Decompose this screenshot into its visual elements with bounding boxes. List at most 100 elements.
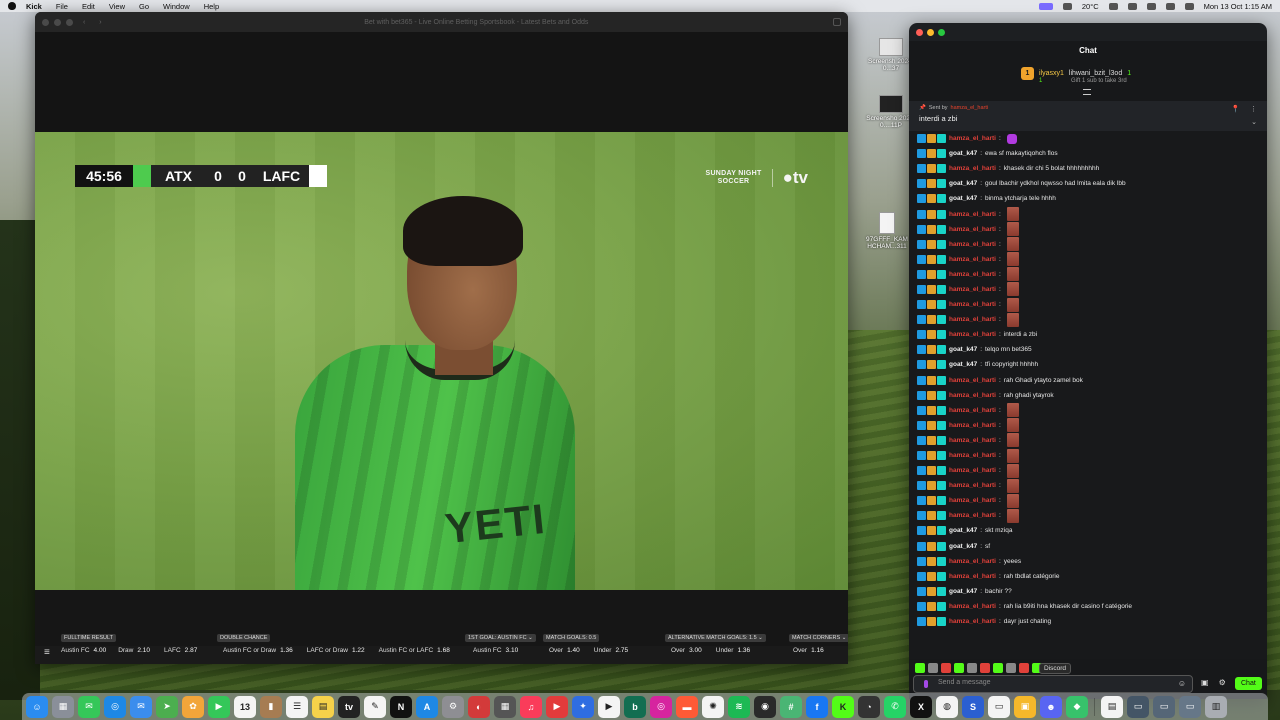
chat-message[interactable]: hamza_el_harti: xyxy=(917,312,1267,327)
chat-username[interactable]: hamza_el_harti xyxy=(949,437,996,444)
chat-message[interactable]: goat_k47: binma ytcharja tele hhhh xyxy=(917,191,1267,206)
bet-option[interactable]: Under 2.75 xyxy=(594,647,628,654)
microphone-icon[interactable] xyxy=(924,680,928,688)
chat-username[interactable]: goat_k47 xyxy=(949,588,977,595)
bet-option[interactable]: Austin FC or Draw 1.36 xyxy=(223,647,293,654)
emote-icon[interactable] xyxy=(980,663,990,673)
minimize-window-button[interactable] xyxy=(54,18,61,26)
chat-message[interactable]: goat_k47: sf xyxy=(917,539,1267,554)
desktop-file-document[interactable]: 97GFFF_KAM HCHAM...311 xyxy=(862,212,912,250)
gift-icon[interactable]: ▣ xyxy=(1201,678,1209,687)
chrome-icon[interactable]: ◍ xyxy=(936,695,958,718)
zoom-window-button[interactable] xyxy=(66,18,73,26)
maps-icon[interactable]: ➤ xyxy=(156,695,178,718)
more-options-icon[interactable]: ⋮ xyxy=(1250,105,1257,113)
chat-message[interactable]: hamza_el_harti: xyxy=(917,222,1267,237)
chat-message[interactable]: goat_k47: telqo mn bet365 xyxy=(917,342,1267,357)
chat-username[interactable]: hamza_el_harti xyxy=(949,256,996,263)
music-icon[interactable]: ♫ xyxy=(520,695,542,718)
chat-username[interactable]: hamza_el_harti xyxy=(949,422,996,429)
chat-message[interactable]: hamza_el_harti: rah tbdlat catégorie xyxy=(917,569,1267,584)
ai-icon[interactable]: ◉ xyxy=(754,695,776,718)
moon-icon[interactable] xyxy=(1062,2,1072,10)
chat-username[interactable]: hamza_el_harti xyxy=(949,331,996,338)
chat-username[interactable]: hamza_el_harti xyxy=(949,301,996,308)
messages-icon[interactable]: ✉ xyxy=(78,695,100,718)
chat-message[interactable]: hamza_el_harti: xyxy=(917,297,1267,312)
bet-option[interactable]: Over 1.40 xyxy=(549,647,580,654)
bet-option[interactable]: LAFC 2.87 xyxy=(164,647,197,654)
chat-message-input[interactable]: Send a message ☺ xyxy=(913,675,1193,693)
chat-message[interactable]: hamza_el_harti: xyxy=(917,131,1267,146)
pin-icon[interactable]: 📍 xyxy=(1231,105,1240,113)
chat-username[interactable]: goat_k47 xyxy=(949,527,977,534)
chat-message[interactable]: hamza_el_harti: xyxy=(917,493,1267,508)
mail-icon[interactable]: ✉ xyxy=(130,695,152,718)
activity-icon[interactable]: ◔ xyxy=(858,695,880,718)
window-thumb-icon-3[interactable]: ▭ xyxy=(1179,695,1201,718)
bet-group-header[interactable]: MATCH CORNERS ⌄ xyxy=(789,634,848,642)
emote-icon[interactable] xyxy=(1006,663,1016,673)
chat-username[interactable]: hamza_el_harti xyxy=(949,618,996,625)
menu-view[interactable]: View xyxy=(109,2,125,11)
chat-username[interactable]: hamza_el_harti xyxy=(949,226,996,233)
chat-message[interactable]: hamza_el_harti: xyxy=(917,237,1267,252)
close-window-button[interactable] xyxy=(916,28,923,36)
pinned-username[interactable]: hamza_el_harti xyxy=(951,105,989,111)
chat-username[interactable]: hamza_el_harti xyxy=(949,271,996,278)
bet-group-header[interactable]: DOUBLE CHANCE xyxy=(217,634,271,642)
menu-help[interactable]: Help xyxy=(204,2,219,11)
chat-message[interactable]: goat_k47: goul lbachir ydkhol nqwsso had … xyxy=(917,176,1267,191)
menu-window[interactable]: Window xyxy=(163,2,190,11)
chat-message[interactable]: goat_k47: ewa sf makaytiqohch flos xyxy=(917,146,1267,161)
app-icon-red2[interactable]: ▬ xyxy=(676,695,698,718)
chat-message[interactable]: hamza_el_harti: rah ghadi ytayrok xyxy=(917,388,1267,403)
back-forward-icon[interactable]: ‹ › xyxy=(83,19,108,26)
chat-message[interactable]: hamza_el_harti: xyxy=(917,478,1267,493)
calculator-icon[interactable]: ▦ xyxy=(494,695,516,718)
gifter-username[interactable]: ilyasxy1 xyxy=(1039,70,1064,77)
chat-username[interactable]: hamza_el_harti xyxy=(949,603,996,610)
appletv-icon[interactable]: tv xyxy=(338,695,360,718)
video-player[interactable]: 45:56 ATX 0 0 LAFC SUNDAY NIGHT SOCCER ●… xyxy=(35,132,848,590)
menu-icon[interactable]: ≡ xyxy=(44,647,50,658)
chat-message[interactable]: hamza_el_harti: xyxy=(917,403,1267,418)
bet-option[interactable]: Over 3.00 xyxy=(671,647,702,654)
emote-icon[interactable] xyxy=(993,663,1003,673)
window-thumb-icon-2[interactable]: ▭ xyxy=(1153,695,1175,718)
chat-message[interactable]: hamza_el_harti: xyxy=(917,448,1267,463)
apple-icon[interactable] xyxy=(8,2,16,10)
chat-username[interactable]: hamza_el_harti xyxy=(949,211,996,218)
menu-app-name[interactable]: Kick xyxy=(26,2,42,11)
share-icon[interactable] xyxy=(833,18,841,26)
chat-message[interactable]: goat_k47: tfi copyright hhhhh xyxy=(917,357,1267,372)
emote-icon[interactable] xyxy=(915,663,925,673)
chat-username[interactable]: hamza_el_harti xyxy=(949,286,996,293)
zoom-window-button[interactable] xyxy=(938,28,945,36)
facebook-icon[interactable]: f xyxy=(806,695,828,718)
chat-message[interactable]: goat_k47: bachir ?? xyxy=(917,584,1267,599)
terminal-icon[interactable]: ▭ xyxy=(988,695,1010,718)
headphones-icon[interactable] xyxy=(1108,2,1118,10)
bet365-icon[interactable]: b xyxy=(624,695,646,718)
chat-username[interactable]: hamza_el_harti xyxy=(949,573,996,580)
gifter-username-2[interactable]: lihwani_bzit_l3od xyxy=(1069,70,1122,77)
bet-option[interactable]: Under 1.36 xyxy=(716,647,750,654)
bet-option[interactable]: Draw 2.10 xyxy=(118,647,150,654)
window-thumb-icon[interactable]: ▭ xyxy=(1127,695,1149,718)
app-icon-play[interactable]: ▶ xyxy=(546,695,568,718)
menu-edit[interactable]: Edit xyxy=(82,2,95,11)
bet-option[interactable]: Austin FC or LAFC 1.68 xyxy=(379,647,450,654)
whatsapp-icon[interactable]: ✆ xyxy=(884,695,906,718)
emoji-icon[interactable]: ☺ xyxy=(1178,679,1186,688)
bet-option[interactable]: Over 1.16 xyxy=(793,647,824,654)
safari-icon[interactable]: ◎ xyxy=(104,695,126,718)
x-icon[interactable]: X xyxy=(910,695,932,718)
photos-icon[interactable]: ✿ xyxy=(182,695,204,718)
chat-username[interactable]: hamza_el_harti xyxy=(949,135,996,142)
record-icon[interactable] xyxy=(1127,2,1137,10)
chat-message[interactable]: hamza_el_harti: khasek dir chi 5 bolat hh… xyxy=(917,161,1267,176)
bet-option[interactable]: Austin FC 3.10 xyxy=(473,647,518,654)
pinned-message[interactable]: 📌 Sent by hamza_el_harti interdi a zbi 📍… xyxy=(909,101,1267,131)
instagram-icon[interactable]: ◎ xyxy=(650,695,672,718)
